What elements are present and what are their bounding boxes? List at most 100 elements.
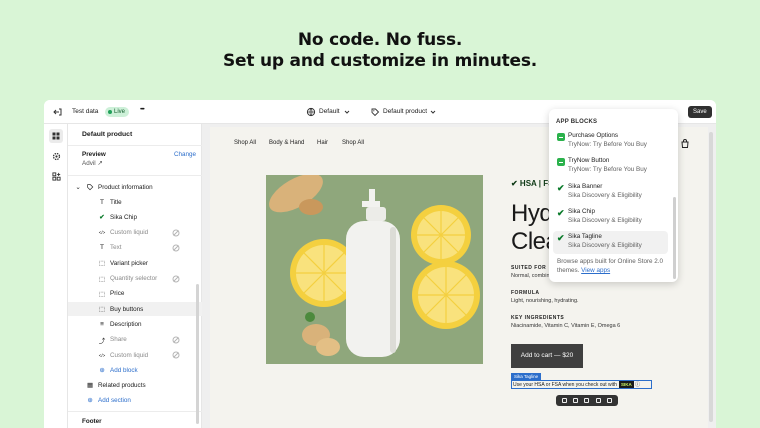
delete-icon[interactable] [606, 398, 612, 403]
product-image [266, 175, 483, 364]
tag-icon [371, 108, 380, 117]
sidebar-block-label: Variant picker [110, 259, 149, 267]
sika-check-icon: ✔ [557, 233, 565, 244]
sidebar-block-label: Price [110, 290, 125, 298]
template-select[interactable]: Default product [383, 108, 427, 115]
nav-link-shop-all-2[interactable]: Shop All [342, 140, 364, 146]
sidebar-block-row[interactable]: ⬚ Buy buttons [68, 302, 202, 317]
app-blocks-heading: APP BLOCKS [556, 119, 598, 125]
sika-check-icon: ✔ [557, 207, 565, 218]
sidebar-scrollbar[interactable] [196, 284, 199, 424]
info-icon[interactable]: ⓘ [635, 382, 640, 388]
app-block-item[interactable]: TryNow Button TryNow: Try Before You Buy [553, 155, 668, 178]
sidebar-block-row[interactable]: </> Custom liquid [68, 226, 202, 240]
app-block-item[interactable]: ✔ Sika Chip Sika Discovery & Eligibility [553, 206, 668, 229]
theme-settings-tab[interactable] [49, 149, 63, 163]
hidden-eye-icon[interactable] [172, 244, 180, 252]
title-icon: T [100, 198, 104, 206]
hidden-eye-icon[interactable] [172, 229, 180, 237]
sidebar-block-label: Share [110, 336, 127, 344]
app-block-item[interactable]: Purchase Options TryNow: Try Before You B… [553, 130, 668, 153]
app-block-name: Sika Banner [568, 182, 603, 190]
add-to-cart-button[interactable]: Add to cart — $20 [511, 344, 583, 368]
cart-icon[interactable] [680, 139, 690, 149]
chevron-down-icon [430, 110, 436, 114]
preview-product-name: Advil [82, 160, 96, 167]
nav-link-hair[interactable]: Hair [317, 140, 328, 146]
app-block-name: TryNow Button [568, 157, 610, 165]
sidebar-block-row[interactable]: ⬚ Quantity selector [68, 272, 202, 286]
hide-icon[interactable] [595, 398, 601, 403]
related-products-label: Related products [98, 381, 146, 389]
sika-check-icon: ✔ [557, 182, 565, 193]
duplicate-icon[interactable] [584, 398, 590, 403]
divider [68, 145, 202, 146]
sidebar-block-row[interactable]: T Title [68, 195, 202, 209]
tag-icon [86, 183, 94, 191]
section-related-products[interactable]: ▦ Related products [68, 378, 202, 392]
sidebar-block-label: Custom liquid [110, 229, 149, 237]
price-icon: ⬚ [98, 290, 106, 298]
sidebar-block-label: Sika Chip [110, 213, 137, 221]
trynow-icon [557, 133, 565, 141]
app-block-source: TryNow: Try Before You Buy [568, 141, 647, 148]
add-section-label: Add section [98, 396, 131, 404]
app-block-item[interactable]: ✔ Sika Tagline Sika Discovery & Eligibilit… [553, 231, 668, 255]
more-actions-button[interactable]: ••• [140, 106, 145, 113]
change-preview-link[interactable]: Change [174, 151, 196, 158]
external-link-icon[interactable]: ↗ [97, 160, 102, 167]
app-block-source: Sika Discovery & Eligibility [568, 191, 642, 199]
quantity-icon: ⬚ [98, 275, 106, 283]
sidebar-block-row[interactable]: ≡ Description [68, 317, 202, 331]
chevron-down-icon[interactable]: ⌄ [74, 183, 82, 191]
text-icon: T [100, 244, 104, 252]
hidden-eye-icon[interactable] [172, 275, 180, 283]
live-badge: Live [105, 107, 130, 117]
section-product-information[interactable]: ⌄ Product information [68, 180, 202, 194]
checkmark-icon: ✔ [99, 214, 105, 222]
share-icon: ⤴ [98, 337, 106, 345]
nav-link-shop-all[interactable]: Shop All [234, 140, 256, 146]
app-block-source: Sika Discovery & Eligibility [568, 216, 642, 224]
sika-tagline-block[interactable]: Use your HSA or FSA when you check out w… [511, 380, 652, 389]
align-icon[interactable] [573, 398, 579, 403]
layout-icon: ▦ [87, 381, 93, 389]
sidebar-block-row[interactable]: ✔ Sika Chip [68, 210, 202, 224]
app-block-name: Sika Chip [568, 207, 595, 215]
sections-tab[interactable] [49, 129, 63, 143]
app-embeds-tab[interactable] [49, 169, 63, 183]
footer-group-label[interactable]: Footer [82, 418, 102, 425]
app-block-source: TryNow: Try Before You Buy [568, 166, 647, 174]
sidebar-block-row[interactable]: ⬚ Price [68, 287, 202, 301]
sika-logo: SIKA [618, 381, 634, 388]
hidden-eye-icon[interactable] [172, 351, 180, 359]
hidden-eye-icon[interactable] [172, 336, 180, 344]
nav-link-body-hand[interactable]: Body & Hand [269, 140, 304, 146]
popup-scrollbar[interactable] [673, 197, 676, 279]
add-block-button[interactable]: ⊕ Add block [68, 363, 202, 377]
add-section-button[interactable]: ⊕ Add section [68, 393, 202, 407]
preview-scrollbar[interactable] [709, 132, 713, 422]
sidebar-block-row[interactable]: T Text [68, 241, 202, 255]
headline-line-1: No code. No fuss. [297, 30, 463, 50]
sidebar-block-row[interactable]: ⬚ Variant picker [68, 256, 202, 270]
view-apps-link[interactable]: View apps [581, 267, 610, 274]
block-toolbar [556, 395, 618, 406]
exit-icon[interactable] [53, 107, 63, 117]
theme-select[interactable]: Default [319, 108, 340, 115]
preview-label: Preview [82, 151, 106, 158]
trynow-icon [557, 158, 565, 167]
globe-icon [306, 107, 316, 117]
test-data-button[interactable]: Test data [72, 108, 98, 115]
plus-circle-icon: ⊕ [87, 396, 93, 404]
save-button[interactable]: Save [688, 106, 712, 118]
sidebar-block-row[interactable]: </> Custom liquid [68, 348, 202, 362]
move-icon[interactable] [562, 398, 568, 403]
sidebar-block-label: Description [110, 320, 142, 328]
sidebar-block-label: Buy buttons [110, 305, 144, 313]
sidebar-block-label: Text [110, 244, 122, 252]
description-icon: ≡ [100, 320, 104, 328]
suited-for-label: SUITED FOR [511, 265, 547, 271]
app-block-item[interactable]: ✔ Sika Banner Sika Discovery & Eligibility [553, 181, 668, 204]
sidebar-block-row[interactable]: ⤴ Share [68, 333, 202, 347]
